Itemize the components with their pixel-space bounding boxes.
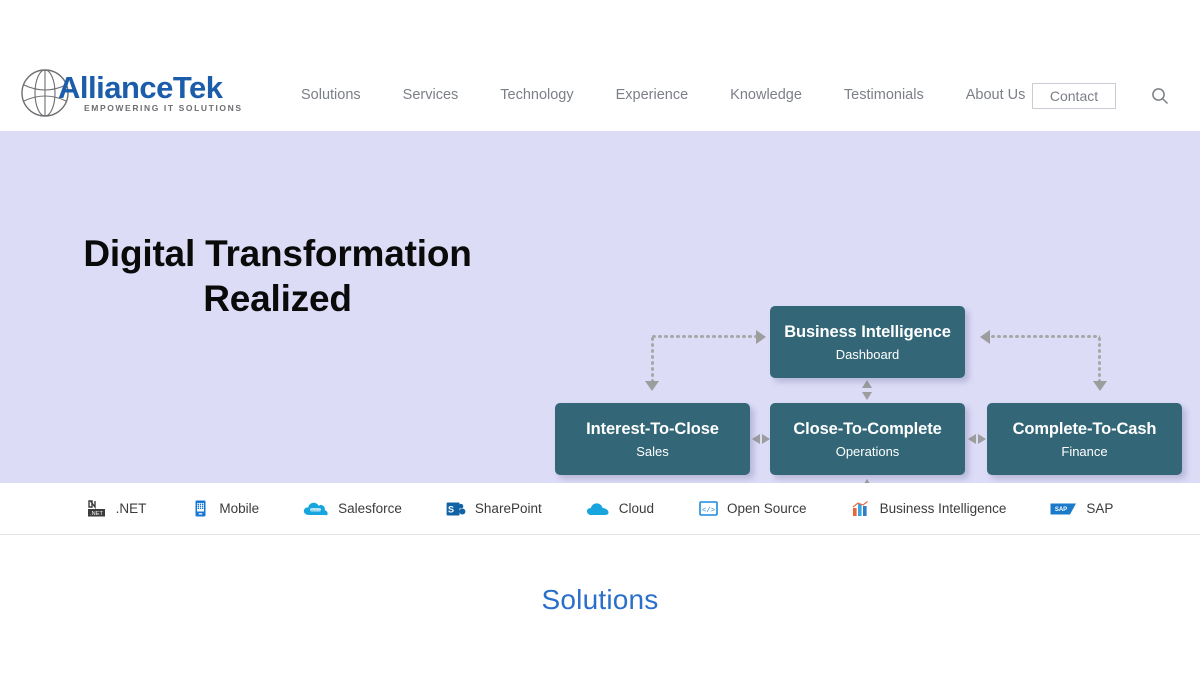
svg-text:S: S xyxy=(448,504,454,514)
sharepoint-icon: S xyxy=(446,499,466,519)
diagram-box-subtitle: Finance xyxy=(1061,443,1108,459)
connector-bi-to-cash-horizontal xyxy=(990,335,1100,338)
dotnet-icon: .NET xyxy=(87,499,107,519)
nav-item-knowledge[interactable]: Knowledge xyxy=(709,83,823,107)
tech-label: SAP xyxy=(1086,501,1114,516)
arrow-ctc-cash-right xyxy=(978,434,986,444)
logo-word-tek: Tek xyxy=(172,70,223,105)
diagram-box-subtitle: Sales xyxy=(636,443,669,459)
mobile-icon xyxy=(190,499,210,519)
arrow-into-itc-top xyxy=(645,381,659,391)
tech-label: Business Intelligence xyxy=(879,501,1007,516)
diagram-box-interest-to-close[interactable]: Interest-To-Close Sales xyxy=(555,403,750,475)
search-icon[interactable] xyxy=(1149,85,1171,107)
arrow-into-cash-top xyxy=(1093,381,1107,391)
solutions-section-title: Solutions xyxy=(541,584,659,615)
process-diagram: Business Intelligence Dashboard Interest… xyxy=(540,131,1200,483)
cloud-icon xyxy=(586,499,610,519)
diagram-box-subtitle: Dashboard xyxy=(835,346,900,362)
contact-button[interactable]: Contact xyxy=(1032,83,1116,109)
tech-item-sharepoint[interactable]: S SharePoint xyxy=(446,499,542,519)
diagram-box-business-intelligence[interactable]: Business Intelligence Dashboard xyxy=(770,306,965,378)
logo-word-alliance: Alliance xyxy=(58,70,173,105)
nav-item-solutions[interactable]: Solutions xyxy=(280,83,382,107)
connector-bi-to-cash-vertical xyxy=(1098,336,1101,384)
arrow-bi-ctc-up xyxy=(862,380,872,388)
tech-item-salesforce[interactable]: salesforce Salesforce xyxy=(303,499,402,519)
tech-label: Salesforce xyxy=(338,501,402,516)
site-logo[interactable]: AllianceTek EMPOWERING IT SOLUTIONS xyxy=(20,68,241,120)
diagram-box-complete-to-cash[interactable]: Complete-To-Cash Finance xyxy=(987,403,1182,475)
tech-item-open-source[interactable]: </> Open Source xyxy=(698,499,807,519)
connector-itc-to-bi-horizontal xyxy=(651,335,761,338)
site-header: AllianceTek EMPOWERING IT SOLUTIONS Solu… xyxy=(0,0,1200,131)
arrow-into-bi-left xyxy=(756,330,766,344)
diagram-box-title: Complete-To-Cash xyxy=(1012,419,1157,438)
sap-icon: SAP xyxy=(1050,499,1077,519)
hero-title-line1: Digital Transformation xyxy=(83,233,472,274)
nav-item-services[interactable]: Services xyxy=(382,83,480,107)
nav-item-testimonials[interactable]: Testimonials xyxy=(823,83,945,107)
diagram-box-title: Interest-To-Close xyxy=(586,419,719,438)
diagram-box-title: Business Intelligence xyxy=(784,322,951,341)
arrow-bi-ctc-down xyxy=(862,392,872,400)
arrow-itc-ctc-left xyxy=(752,434,760,444)
main-navigation: Solutions Services Technology Experience… xyxy=(280,83,1046,107)
code-brackets-icon: </> xyxy=(698,499,718,519)
hero-banner: Digital Transformation Realized Read mor… xyxy=(0,131,1200,483)
tech-item-dotnet[interactable]: .NET .NET xyxy=(87,499,147,519)
logo-tagline: EMPOWERING IT SOLUTIONS xyxy=(84,103,243,113)
logo-wordmark: AllianceTek xyxy=(58,70,223,106)
tech-label: SharePoint xyxy=(474,501,542,516)
diagram-box-subtitle: Operations xyxy=(835,443,900,459)
svg-text:SAP: SAP xyxy=(1055,507,1067,513)
technology-strip: .NET .NET Mobile salesforce Salesforce S… xyxy=(0,483,1200,535)
tech-item-cloud[interactable]: Cloud xyxy=(586,499,654,519)
hero-title: Digital Transformation Realized xyxy=(40,231,515,321)
diagram-box-title: Close-To-Complete xyxy=(793,419,942,438)
salesforce-cloud-icon: salesforce xyxy=(303,499,329,519)
svg-text:</>: </> xyxy=(701,507,715,515)
hero-title-line2: Realized xyxy=(203,278,352,319)
nav-item-technology[interactable]: Technology xyxy=(479,83,594,107)
bar-chart-icon xyxy=(851,499,871,519)
nav-item-experience[interactable]: Experience xyxy=(595,83,710,107)
tech-label: Mobile xyxy=(219,501,260,516)
solutions-section: Solutions xyxy=(0,535,1200,678)
tech-label: Open Source xyxy=(727,501,807,516)
tech-item-mobile[interactable]: Mobile xyxy=(190,499,259,519)
arrow-into-bi-right xyxy=(980,330,990,344)
connector-itc-to-bi-vertical xyxy=(651,336,654,384)
arrow-itc-ctc-right xyxy=(762,434,770,444)
tech-item-sap[interactable]: SAP SAP xyxy=(1050,499,1113,519)
tech-label: Cloud xyxy=(618,501,654,516)
svg-text:.NET: .NET xyxy=(90,511,103,517)
tech-label: .NET xyxy=(115,501,147,516)
arrow-ctc-cash-left xyxy=(968,434,976,444)
svg-text:salesforce: salesforce xyxy=(309,507,323,511)
tech-item-business-intelligence[interactable]: Business Intelligence xyxy=(851,499,1007,519)
diagram-box-close-to-complete[interactable]: Close-To-Complete Operations xyxy=(770,403,965,475)
